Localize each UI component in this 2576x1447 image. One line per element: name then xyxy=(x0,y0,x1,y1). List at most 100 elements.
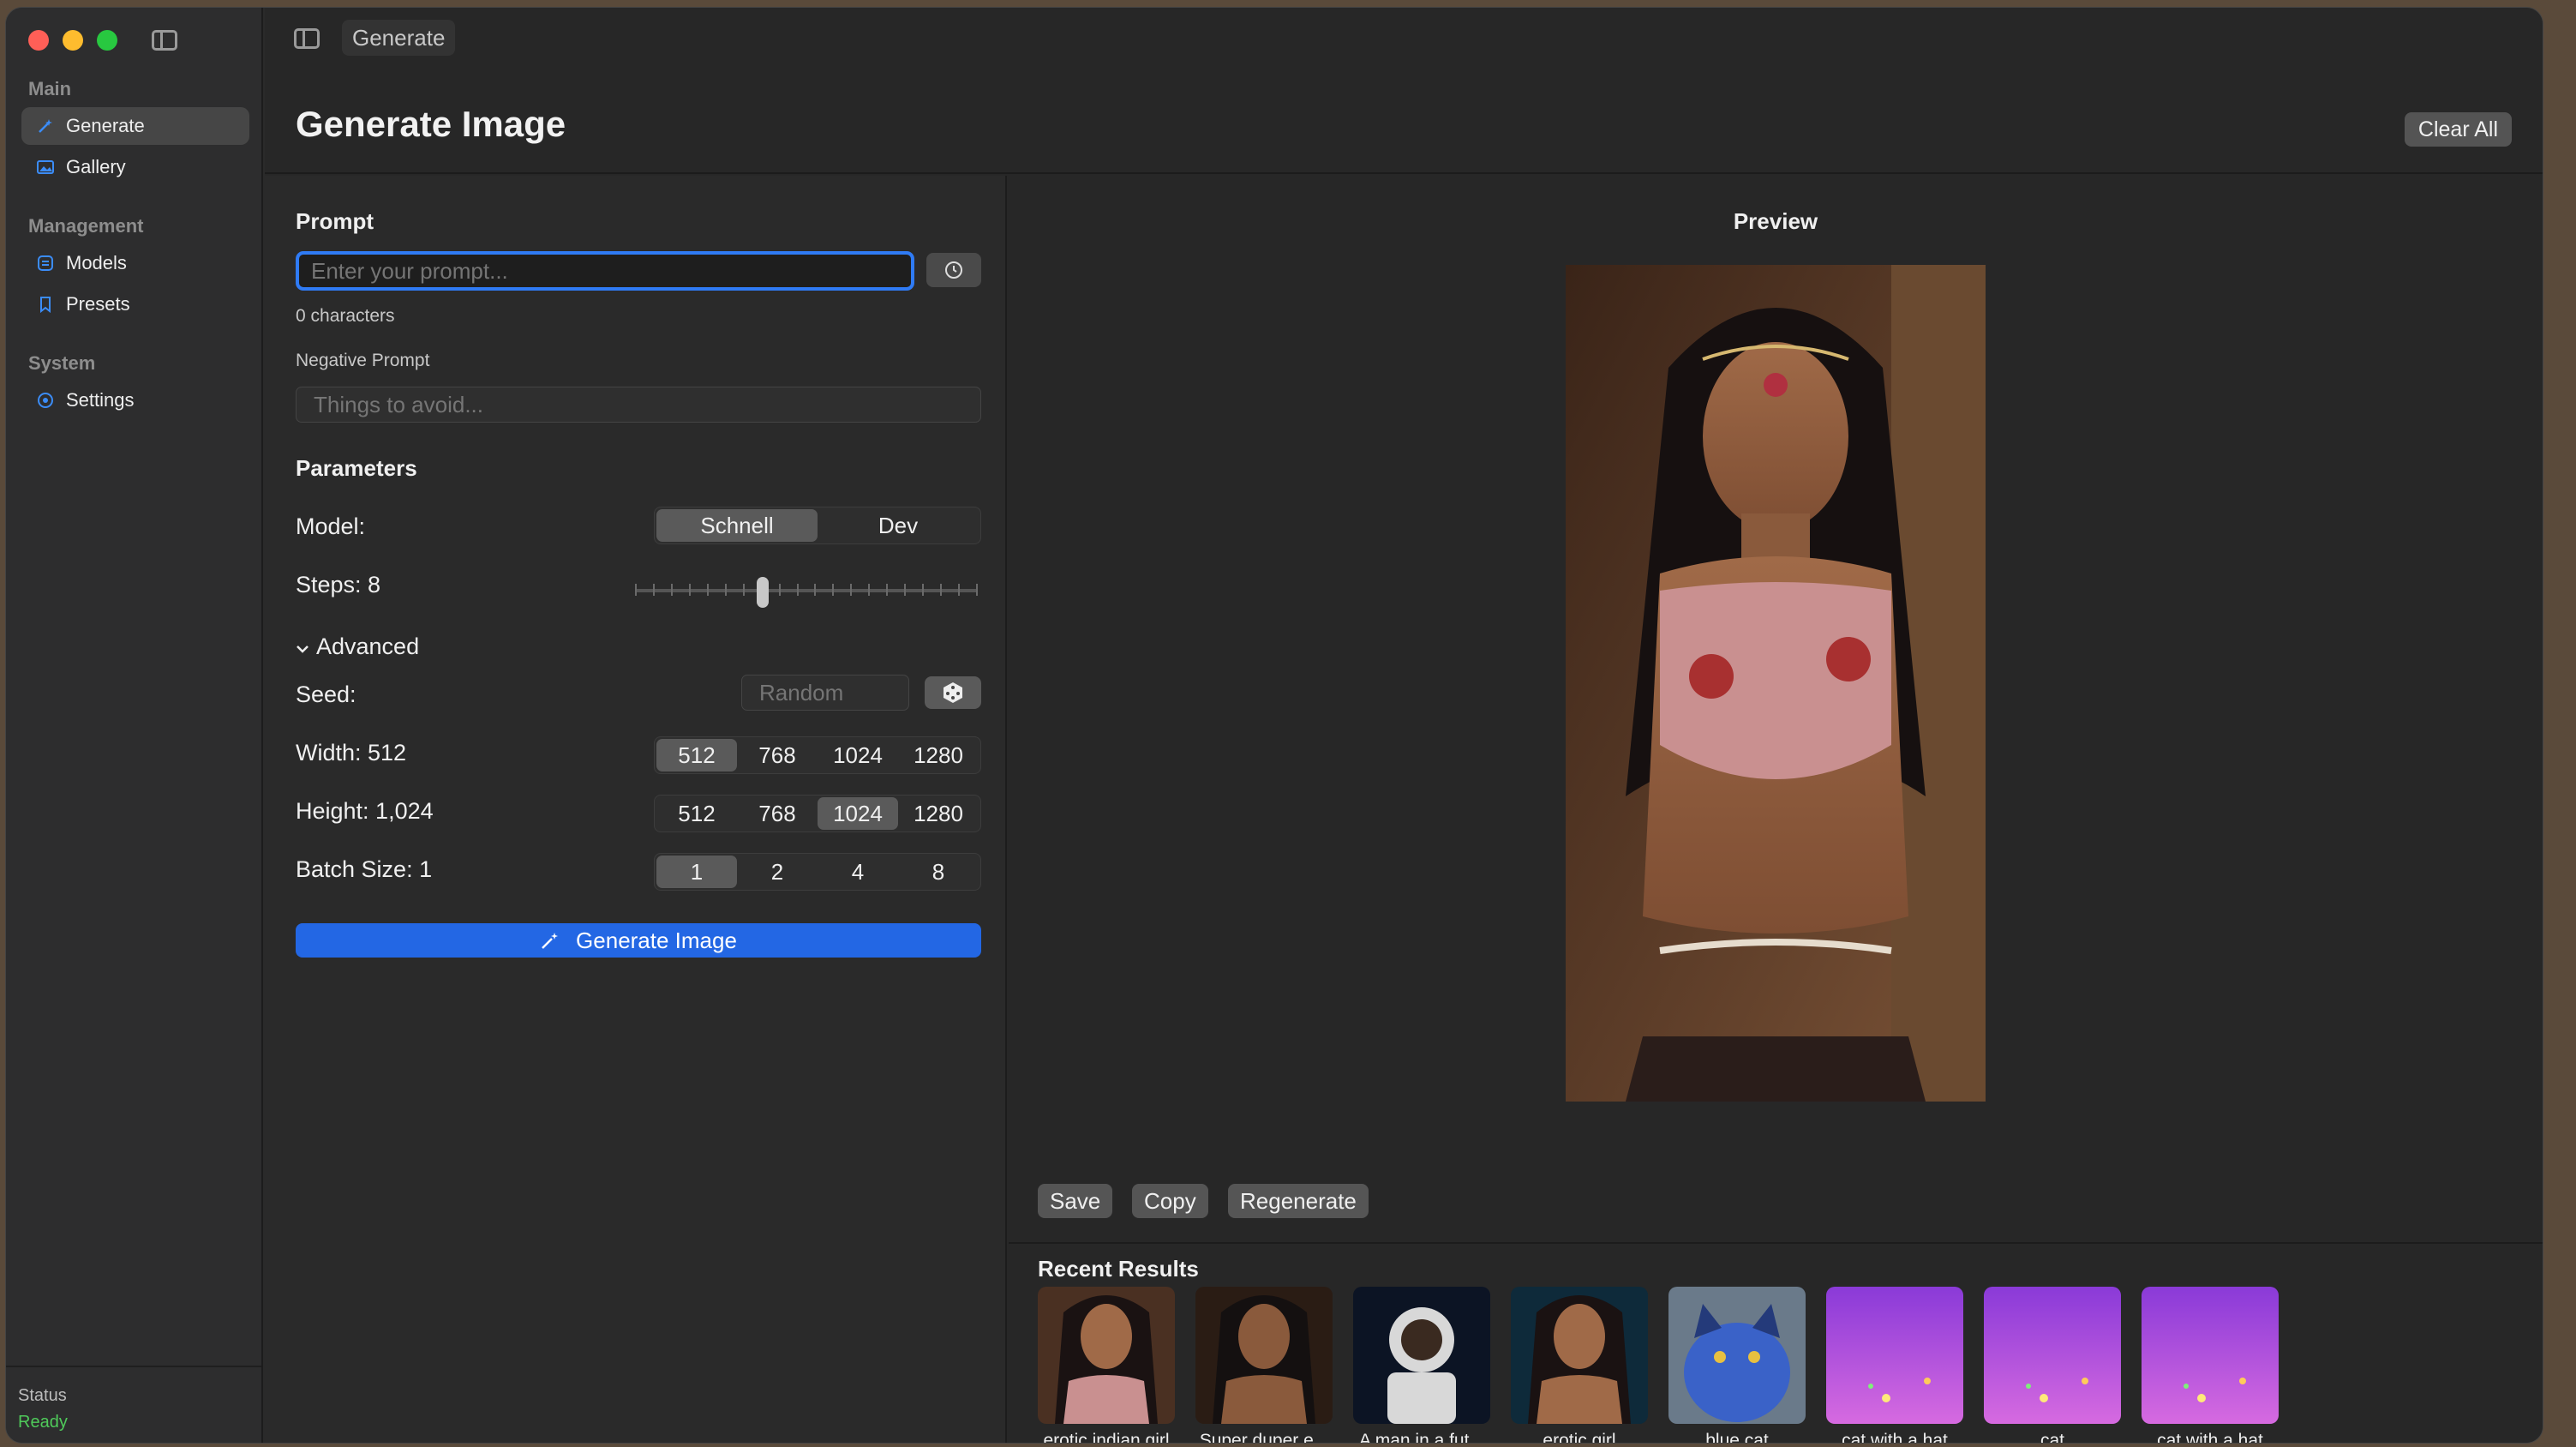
status-value: Ready xyxy=(18,1413,68,1432)
sidebar-item-settings[interactable]: Settings xyxy=(21,381,249,419)
batch-size-segmented-control: 1 2 4 8 xyxy=(654,853,981,891)
recent-result-item[interactable]: cat with a hat xyxy=(2142,1287,2279,1443)
main-content: Generate Generate Image Clear All Prompt… xyxy=(265,8,2543,1443)
negative-prompt-input[interactable] xyxy=(296,387,981,423)
random-seed-button[interactable] xyxy=(925,676,981,709)
sidebar-toggle-icon[interactable] xyxy=(152,30,177,51)
slider-tick xyxy=(832,584,835,596)
slider-tick xyxy=(904,584,907,596)
thumbnail-image xyxy=(1826,1287,1963,1424)
thumbnail-caption: erotic girl xyxy=(1543,1431,1616,1444)
width-option[interactable]: 1280 xyxy=(898,739,979,772)
generate-form-panel: Prompt 0 characters Negative Prompt Para… xyxy=(265,176,1007,1443)
dice-icon xyxy=(944,682,962,703)
recent-result-item[interactable]: blue cat xyxy=(1668,1287,1806,1443)
prompt-history-button[interactable] xyxy=(926,253,981,287)
sidebar-item-presets[interactable]: Presets xyxy=(21,285,249,323)
batch-option[interactable]: 1 xyxy=(656,856,737,888)
char-count: 0 characters xyxy=(296,306,395,326)
recent-result-item[interactable]: A man in a fut... xyxy=(1353,1287,1490,1444)
recent-result-item[interactable]: cat with a hat xyxy=(1826,1287,1963,1444)
height-option[interactable]: 1024 xyxy=(818,797,898,830)
height-segmented-control: 512 768 1024 1280 xyxy=(654,795,981,832)
slider-track xyxy=(635,589,978,592)
thumbnail-image xyxy=(1668,1287,1806,1424)
slider-tick xyxy=(814,584,817,596)
recent-result-item[interactable]: erotic indian girl xyxy=(1038,1287,1175,1444)
save-button[interactable]: Save xyxy=(1038,1184,1113,1218)
width-option[interactable]: 768 xyxy=(737,739,818,772)
thumbnail-caption: A man in a fut... xyxy=(1359,1431,1484,1444)
model-segmented-control: Schnell Dev xyxy=(654,507,981,544)
wand-icon xyxy=(37,117,54,135)
sidebar-item-label: Presets xyxy=(66,293,130,315)
page-title: Generate Image xyxy=(296,104,566,144)
cube-icon xyxy=(37,255,54,272)
height-option[interactable]: 512 xyxy=(656,797,737,830)
slider-tick xyxy=(958,584,961,596)
slider-tick xyxy=(940,584,943,596)
negative-prompt-label: Negative Prompt xyxy=(296,351,430,370)
prompt-heading: Prompt xyxy=(296,208,374,234)
advanced-label: Advanced xyxy=(316,633,420,659)
batch-option[interactable]: 2 xyxy=(737,856,818,888)
sidebar-item-label: Models xyxy=(66,252,127,273)
slider-tick xyxy=(886,584,889,596)
model-option-schnell[interactable]: Schnell xyxy=(656,509,818,542)
width-segmented-control: 512 768 1024 1280 xyxy=(654,736,981,774)
seed-label: Seed: xyxy=(296,681,356,707)
generate-image-button[interactable]: Generate Image xyxy=(296,923,981,958)
seed-input[interactable] xyxy=(741,675,909,711)
slider-tick xyxy=(922,584,925,596)
thumbnail-caption: Super duper e... xyxy=(1199,1431,1329,1444)
minimize-window-button[interactable] xyxy=(63,30,83,51)
slider-tick xyxy=(976,584,978,596)
generate-button-label: Generate Image xyxy=(576,927,737,953)
height-option[interactable]: 768 xyxy=(737,797,818,830)
history-icon xyxy=(945,261,962,279)
steps-label: Steps: 8 xyxy=(296,572,381,597)
photo-icon xyxy=(37,159,54,176)
recent-result-item[interactable]: erotic girl xyxy=(1511,1287,1648,1444)
zoom-window-button[interactable] xyxy=(97,30,117,51)
thumbnail-caption: erotic indian girl xyxy=(1043,1431,1170,1444)
steps-slider[interactable] xyxy=(635,573,978,608)
clear-all-button[interactable]: Clear All xyxy=(2404,112,2512,147)
thumbnail-image xyxy=(1511,1287,1648,1424)
advanced-disclosure[interactable]: Advanced xyxy=(296,633,419,660)
page-header: Generate Image Clear All xyxy=(265,69,2543,174)
app-window: Main Generate Gallery Management Models … xyxy=(5,7,2543,1444)
sidebar-item-generate[interactable]: Generate xyxy=(21,107,249,145)
batch-size-label: Batch Size: 1 xyxy=(296,856,433,882)
model-option-dev[interactable]: Dev xyxy=(818,509,979,542)
slider-tick xyxy=(706,584,709,596)
status-area: Status Ready xyxy=(6,1366,261,1443)
preview-image xyxy=(1566,265,1986,1102)
sidebar-toggle-icon[interactable] xyxy=(294,28,320,49)
height-option[interactable]: 1280 xyxy=(898,797,979,830)
gear-icon xyxy=(37,392,54,409)
sidebar-item-models[interactable]: Models xyxy=(21,244,249,282)
sidebar-section-management: Management xyxy=(28,215,144,237)
batch-option[interactable]: 4 xyxy=(818,856,898,888)
slider-thumb[interactable] xyxy=(757,577,770,608)
sidebar-section-main: Main xyxy=(28,78,72,99)
thumbnail-caption: cat with a hat xyxy=(1842,1431,1948,1444)
parameters-heading: Parameters xyxy=(296,455,417,481)
thumbnail-image xyxy=(2142,1287,2279,1424)
width-option[interactable]: 512 xyxy=(656,739,737,772)
regenerate-button[interactable]: Regenerate xyxy=(1228,1184,1369,1218)
sidebar: Main Generate Gallery Management Models … xyxy=(6,8,263,1443)
slider-tick xyxy=(635,584,637,596)
thumbnail-caption: cat xyxy=(2040,1431,2064,1444)
wand-icon xyxy=(542,933,559,949)
recent-result-item[interactable]: Super duper e... xyxy=(1195,1287,1333,1444)
copy-button[interactable]: Copy xyxy=(1132,1184,1208,1218)
sidebar-item-gallery[interactable]: Gallery xyxy=(21,148,249,186)
close-window-button[interactable] xyxy=(28,30,49,51)
width-option[interactable]: 1024 xyxy=(818,739,898,772)
batch-option[interactable]: 8 xyxy=(898,856,979,888)
slider-tick xyxy=(868,584,871,596)
prompt-input[interactable] xyxy=(296,251,914,291)
recent-result-item[interactable]: cat xyxy=(1984,1287,2121,1444)
